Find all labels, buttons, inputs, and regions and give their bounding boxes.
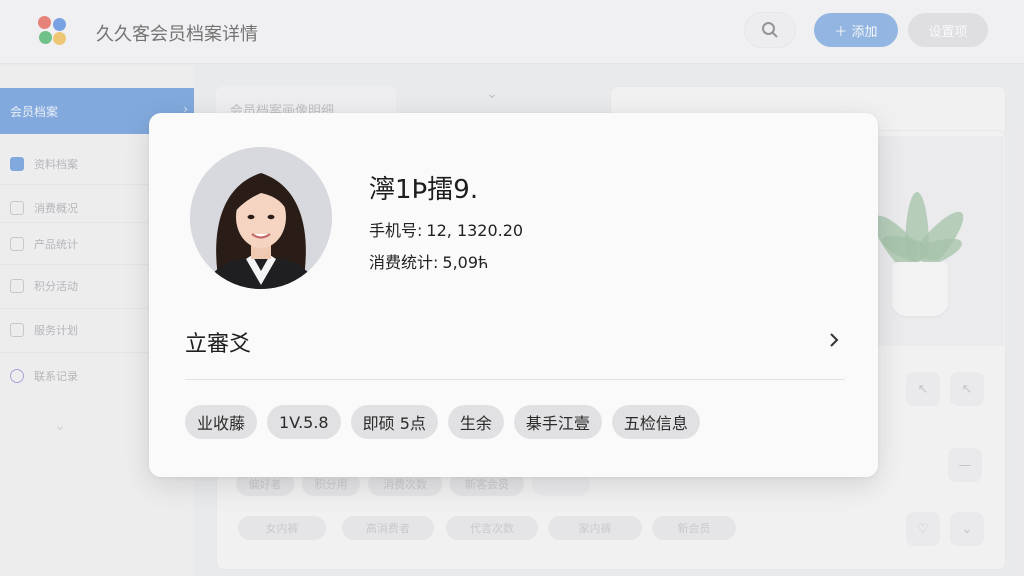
phone-row: 手机号: 12, 1320.20 [369,217,523,241]
tag-chip[interactable]: 五检信息 [611,405,700,439]
tag-list: 业收藤 1V.5.8 即硕 5点 生余 棊手江壹 五检信息 [185,405,700,439]
phone-value: 12, 1320.20 [426,221,524,240]
tag-chip[interactable]: 1V.5.8 [267,405,341,439]
spend-value: 5,09ћ [442,253,489,272]
section-header-row[interactable]: 立審爻 [185,325,845,359]
member-portrait-image [190,147,332,289]
chevron-right-icon[interactable] [829,332,845,353]
section-title: 立審爻 [185,332,252,357]
spend-row: 消费统计: 5,09ћ [369,249,488,273]
tag-chip[interactable]: 即硕 5点 [350,405,438,439]
tag-chip[interactable]: 业收藤 [185,405,258,439]
tag-chip[interactable]: 生余 [447,405,504,439]
divider [185,379,845,380]
phone-label: 手机号: [369,221,423,240]
avatar [190,147,332,289]
member-detail-modal: 濘1Ϸ擂9. 手机号: 12, 1320.20 消费统计: 5,09ћ 立審爻 业收… [149,113,878,477]
member-name: 濘1Ϸ擂9. [369,175,479,205]
tag-chip[interactable]: 棊手江壹 [513,405,602,439]
spend-label: 消费统计: [369,253,439,272]
